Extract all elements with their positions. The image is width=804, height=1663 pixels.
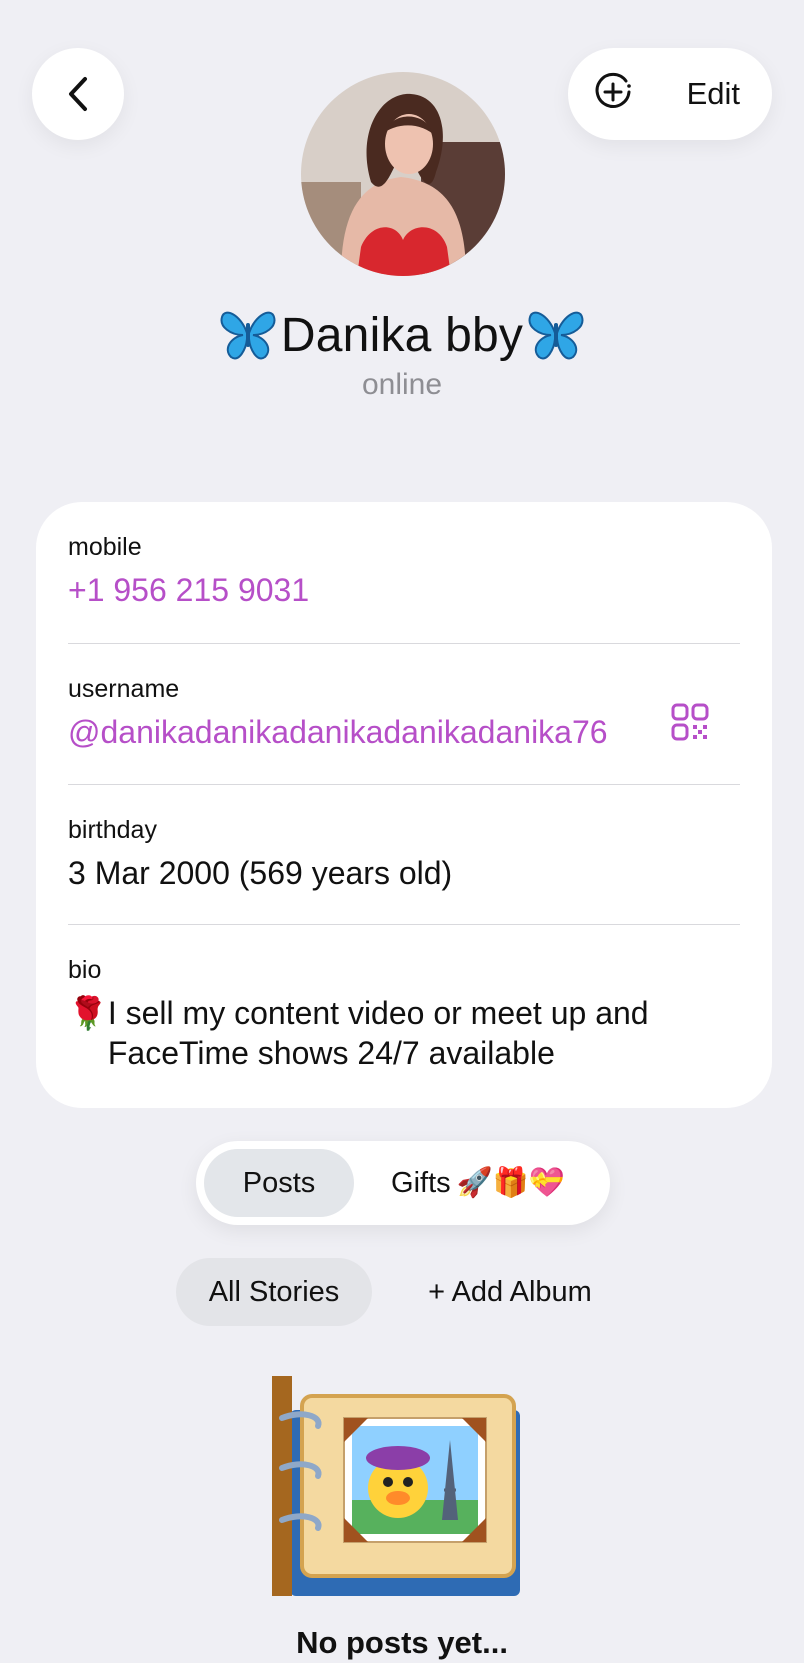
profile-info-card: mobile +1 956 215 9031 username @danikad…: [36, 502, 772, 1108]
avatar[interactable]: [301, 72, 505, 276]
mobile-label: mobile: [68, 533, 142, 561]
tab-gifts[interactable]: Gifts 🚀🎁💝: [354, 1149, 602, 1217]
qr-code-icon[interactable]: [670, 702, 710, 742]
add-story-button[interactable]: [592, 71, 634, 118]
story-filter-row: All Stories + Add Album: [0, 1258, 804, 1328]
username-label: username: [68, 675, 180, 703]
mobile-value[interactable]: +1 956 215 9031: [68, 570, 740, 610]
profile-photo: [301, 72, 505, 276]
gifts-emojis: 🚀🎁💝: [456, 1167, 565, 1199]
empty-state-text: No posts yet...: [296, 1625, 508, 1660]
butterfly-icon: [220, 311, 276, 360]
add-circle-icon: [595, 72, 631, 108]
header-actions: Edit: [568, 48, 772, 140]
profile-name: Danika bby: [280, 308, 524, 362]
birthday-label: birthday: [68, 816, 157, 844]
bio-label: bio: [68, 956, 102, 984]
butterfly-icon: [528, 311, 584, 360]
online-status: online: [361, 368, 443, 401]
tab-posts[interactable]: Posts: [204, 1149, 354, 1217]
photo-album-icon: [272, 1376, 520, 1596]
all-stories-button[interactable]: All Stories: [176, 1258, 372, 1326]
rose-emoji: 🌹: [68, 995, 108, 1031]
bio-text: I sell my content video or meet up and F…: [107, 995, 649, 1071]
profile-name-row: Danika bby: [0, 300, 804, 370]
username-value[interactable]: @danikadanikadanikadanikadanika76: [68, 712, 740, 752]
bio-value: 🌹 I sell my content video or meet up and…: [68, 993, 740, 1073]
chevron-left-icon: [69, 77, 87, 111]
profile-tabs: Posts Gifts 🚀🎁💝: [196, 1141, 610, 1225]
username-row[interactable]: username @danikadanikadanikadanikadanika…: [68, 643, 740, 784]
edit-button[interactable]: Edit: [687, 76, 740, 112]
back-button[interactable]: [32, 48, 124, 140]
add-album-button[interactable]: + Add Album: [410, 1258, 610, 1326]
bio-row: bio 🌹 I sell my content video or meet up…: [68, 924, 740, 1108]
birthday-value: 3 Mar 2000 (569 years old): [68, 855, 453, 891]
mobile-row[interactable]: mobile +1 956 215 9031: [68, 502, 740, 643]
birthday-row: birthday 3 Mar 2000 (569 years old): [68, 784, 740, 924]
tab-gifts-label: Gifts: [391, 1166, 451, 1199]
